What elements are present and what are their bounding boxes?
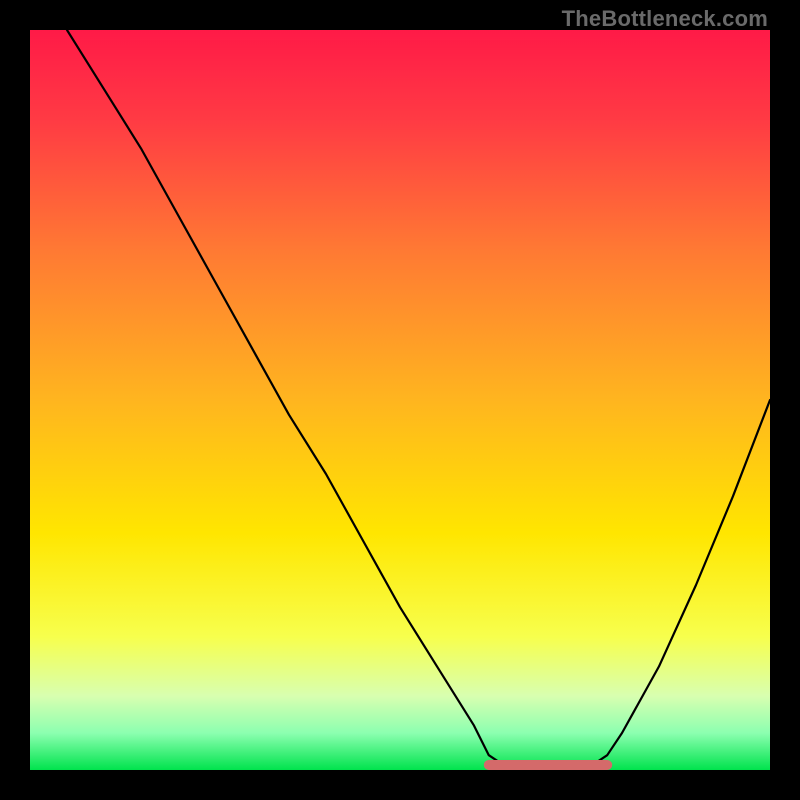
watermark-text: TheBottleneck.com	[562, 6, 768, 32]
gradient-background	[30, 30, 770, 770]
bottleneck-chart	[30, 30, 770, 770]
chart-frame	[30, 30, 770, 770]
